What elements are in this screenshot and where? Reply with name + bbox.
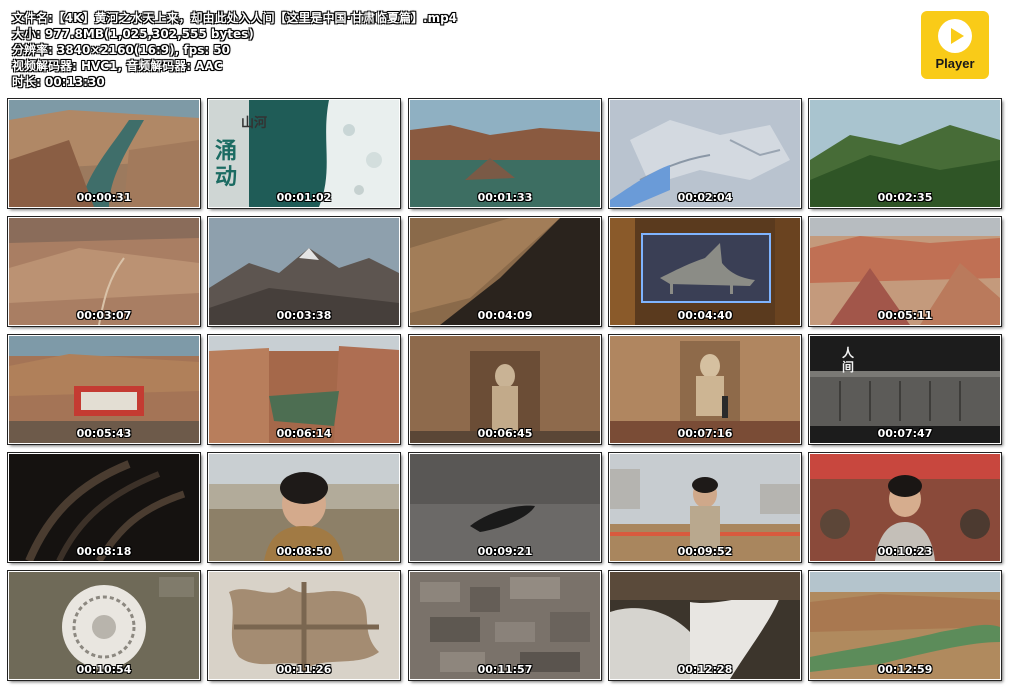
timestamp: 00:12:28 [677,663,733,676]
thumbnail[interactable]: 00:11:57 [408,570,602,681]
thumbnail[interactable]: 00:04:09 [408,216,602,327]
thumbnail[interactable]: 00:04:40 [608,216,802,327]
scene-caption: 人间 [842,346,855,374]
timestamp: 00:12:59 [877,663,933,676]
timestamp: 00:06:14 [276,427,332,440]
timestamp: 00:07:16 [677,427,733,440]
file-name: 文件名:【4K】黄河之水天上来，却由此处入人间【这里是中国·甘肃临夏篇】.mp4 [12,11,458,25]
timestamp: 00:06:45 [477,427,533,440]
player-logo: Player [921,11,989,79]
file-resolution: 分辨率: 3840×2160(16:9), fps: 50 [12,43,231,57]
timestamp: 00:00:31 [76,191,132,204]
timestamp: 00:01:02 [276,191,332,204]
timestamp: 00:02:35 [877,191,933,204]
thumbnail[interactable]: 00:01:33 [408,98,602,209]
thumbnail[interactable]: 人间 00:07:47 [808,334,1002,445]
timestamp: 00:04:09 [477,309,533,322]
timestamp: 00:10:54 [76,663,132,676]
thumbnail[interactable]: 00:02:35 [808,98,1002,209]
scene-caption: 涌动 [215,138,238,190]
thumbnail[interactable]: 00:12:28 [608,570,802,681]
thumbnail[interactable]: 00:10:23 [808,452,1002,563]
timestamp: 00:08:50 [276,545,332,558]
timestamp: 00:10:23 [877,545,933,558]
thumbnail-grid: 00:00:31 山河 涌动 00:01:02 00:01:33 00:02:0… [7,98,1004,684]
file-size: 大小: 977.8MB(1,025,302,555 bytes) [12,27,254,41]
timestamp: 00:08:18 [76,545,132,558]
player-logo-text: Player [935,56,975,71]
thumbnail[interactable]: 00:08:18 [7,452,201,563]
scene-caption: 山河 [241,116,268,131]
play-icon [938,19,972,53]
thumbnail[interactable]: 00:11:26 [207,570,401,681]
timestamp: 00:11:26 [276,663,332,676]
thumbnail[interactable]: 00:08:50 [207,452,401,563]
thumbnail[interactable]: 00:03:07 [7,216,201,327]
thumbnail[interactable]: 00:09:21 [408,452,602,563]
file-duration: 时长: 00:13:30 [12,75,105,89]
thumbnail[interactable]: 00:09:52 [608,452,802,563]
thumbnail[interactable]: 00:07:16 [608,334,802,445]
timestamp: 00:09:21 [477,545,533,558]
thumbnail[interactable]: 00:02:04 [608,98,802,209]
timestamp: 00:03:38 [276,309,332,322]
timestamp: 00:04:40 [677,309,733,322]
timestamp: 00:03:07 [76,309,132,322]
timestamp: 00:07:47 [877,427,933,440]
timestamp: 00:09:52 [677,545,733,558]
file-info: 文件名:【4K】黄河之水天上来，却由此处入人间【这里是中国·甘肃临夏篇】.mp4… [12,10,457,90]
file-codec: 视频解码器: HVC1, 音频解码器: AAC [12,59,223,73]
thumbnail[interactable]: 00:03:38 [207,216,401,327]
thumbnail[interactable]: 00:00:31 [7,98,201,209]
thumbnail[interactable]: 山河 涌动 00:01:02 [207,98,401,209]
timestamp: 00:05:43 [76,427,132,440]
thumbnail[interactable]: 00:06:14 [207,334,401,445]
timestamp: 00:01:33 [477,191,533,204]
timestamp: 00:11:57 [477,663,533,676]
thumbnail[interactable]: 00:10:54 [7,570,201,681]
thumbnail[interactable]: 00:05:43 [7,334,201,445]
thumbnail[interactable]: 00:12:59 [808,570,1002,681]
timestamp: 00:02:04 [677,191,733,204]
timestamp: 00:05:11 [877,309,933,322]
thumbnail[interactable]: 00:05:11 [808,216,1002,327]
thumbnail[interactable]: 00:06:45 [408,334,602,445]
